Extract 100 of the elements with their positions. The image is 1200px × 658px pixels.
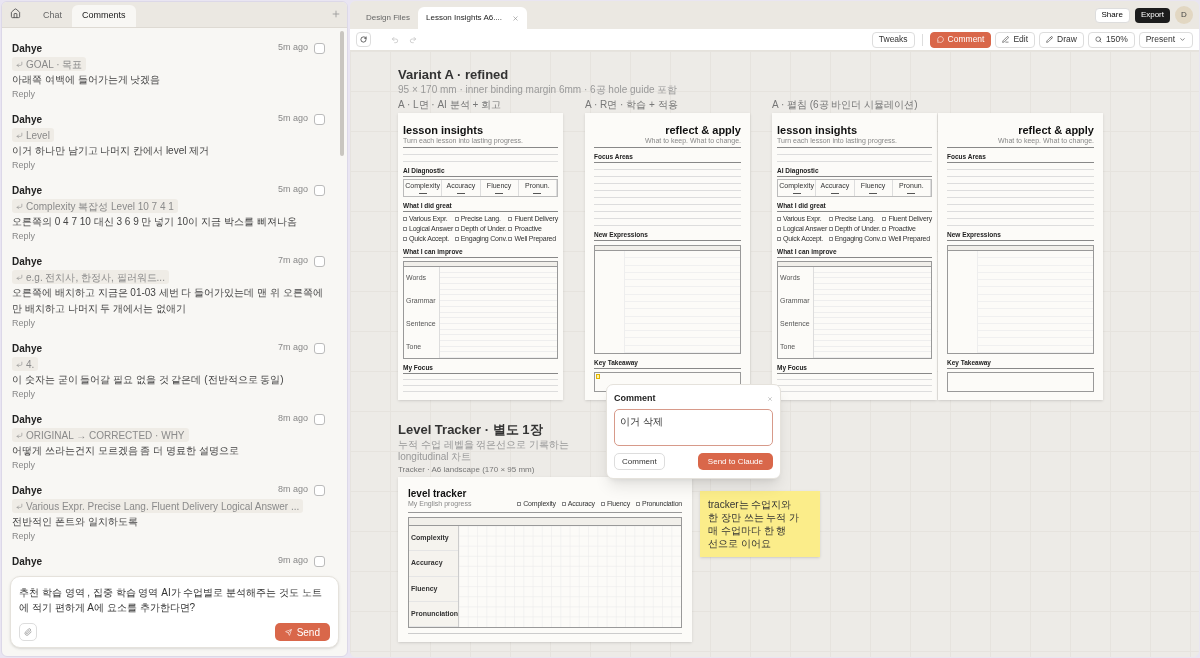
checkbox[interactable] bbox=[561, 502, 566, 506]
anchor-icon bbox=[16, 360, 23, 368]
resolve-checkbox[interactable] bbox=[314, 255, 325, 267]
checkbox[interactable] bbox=[777, 217, 781, 221]
note-text: 한 장만 쓰는 누적 가 bbox=[708, 511, 800, 524]
comment-text: 오른쪽에 배치하고 지금은 01-03 세번 다 들어가있는데 맨 위 오른쪽에 만 배치하고 나머지 두 개에서는 없애기 bbox=[12, 286, 324, 316]
anchor-icon bbox=[16, 60, 23, 68]
checkbox[interactable] bbox=[828, 227, 833, 231]
comment-time: 9m ago bbox=[277, 554, 308, 568]
anchor-chip[interactable]: e.g. 전치사, 한정사, 필러워드... bbox=[12, 270, 169, 284]
comment-time: 5m ago bbox=[277, 112, 308, 126]
checkbox[interactable] bbox=[882, 217, 887, 221]
anchor-icon bbox=[16, 273, 23, 281]
page-title: reflect & apply bbox=[1018, 125, 1094, 136]
checkbox[interactable] bbox=[508, 237, 513, 241]
edit-icon bbox=[1002, 36, 1010, 43]
comment-time: 7m ago bbox=[277, 341, 308, 355]
close-icon bbox=[512, 14, 520, 22]
checkbox[interactable] bbox=[508, 217, 513, 221]
frame-label: A · R면 · 학습 + 적용 bbox=[585, 99, 679, 111]
resolve-checkbox[interactable] bbox=[314, 342, 325, 354]
frame-label: Tracker · A6 landscape (170 × 95 mm) bbox=[398, 465, 535, 475]
comment-time: 5m ago bbox=[277, 183, 308, 197]
resolve-checkbox[interactable] bbox=[314, 555, 325, 567]
sticky-note[interactable]: tracker는 수업지와 한 장만 쓰는 누적 가 매 수업마다 한 행 선으로 이어요 bbox=[700, 491, 820, 557]
file-tab[interactable]: Lesson Insights A6.... bbox=[418, 7, 528, 29]
resolve-checkbox[interactable] bbox=[314, 113, 325, 125]
page-title: reflect & apply bbox=[665, 125, 741, 136]
checkbox[interactable] bbox=[454, 217, 459, 221]
comment-author: Dahye bbox=[12, 554, 42, 569]
anchor-chip[interactable]: ORIGINAL → CORRECTED · WHY bbox=[12, 428, 189, 442]
reply-link[interactable]: Reply bbox=[12, 459, 35, 471]
checkbox[interactable] bbox=[882, 227, 887, 231]
section-subtitle: 95 × 170 mm · inner binding margin 6mm · 6공 hole guide 포함 bbox=[398, 84, 679, 96]
checkbox[interactable] bbox=[777, 237, 781, 241]
reply-link[interactable]: Reply bbox=[12, 159, 35, 171]
comment-text: 오른쪽의 0 4 7 10 대신 3 6 9 만 넣기 10이 지금 박스를 삐져나옴 bbox=[12, 215, 298, 229]
scrollbar[interactable] bbox=[340, 31, 344, 156]
send-to-claude-button[interactable]: Send to Claude bbox=[697, 453, 773, 470]
anchor-chip[interactable]: Various Expr. Precise Lang. Fluent Delivery Logical Answer ... bbox=[12, 499, 304, 513]
toolbar-button[interactable]: 150% bbox=[1087, 31, 1135, 48]
reload-button[interactable] bbox=[356, 32, 371, 47]
checkbox[interactable] bbox=[508, 227, 513, 231]
file-tab[interactable]: Design Files bbox=[358, 7, 418, 29]
page-title: level tracker bbox=[408, 489, 468, 499]
paperclip-icon bbox=[24, 628, 32, 636]
resolve-checkbox[interactable] bbox=[314, 184, 325, 196]
checkbox[interactable] bbox=[454, 227, 459, 231]
sidebar-tab[interactable]: Comments bbox=[72, 5, 136, 27]
checkbox[interactable] bbox=[777, 227, 781, 231]
comment-time: 8m ago bbox=[277, 483, 308, 497]
send-button[interactable]: Send bbox=[274, 623, 330, 641]
anchor-icon bbox=[16, 202, 23, 210]
anchor-chip[interactable]: Complexity 복잡성 Level 10 7 4 1 bbox=[12, 199, 178, 213]
comment-author: Dahye bbox=[12, 183, 42, 198]
toolbar-button[interactable]: Comment bbox=[929, 31, 992, 48]
popup-title: Comment bbox=[614, 391, 656, 405]
checkbox[interactable] bbox=[403, 237, 407, 241]
page-title: lesson insights bbox=[777, 125, 859, 136]
comment-time: 8m ago bbox=[277, 412, 308, 426]
user-avatar[interactable]: D bbox=[1175, 6, 1193, 24]
resolve-checkbox[interactable] bbox=[314, 484, 325, 496]
anchor-icon bbox=[16, 131, 23, 139]
checkbox[interactable] bbox=[403, 217, 407, 221]
reply-link[interactable]: Reply bbox=[12, 530, 35, 542]
comment-button[interactable]: Comment bbox=[614, 453, 665, 470]
export-button[interactable]: Export bbox=[1134, 7, 1170, 23]
anchor-chip[interactable]: GOAL · 목표 bbox=[12, 57, 87, 71]
anchor-chip[interactable]: 4. bbox=[12, 357, 39, 371]
reply-link[interactable]: Reply bbox=[12, 317, 35, 329]
home-icon[interactable] bbox=[10, 8, 21, 19]
checkbox[interactable] bbox=[828, 217, 833, 221]
sidebar-tab[interactable]: Chat bbox=[33, 5, 72, 27]
message-input[interactable]: 추천 학습 영역 , 집중 학습 영역 AI가 수업별로 분석해주는 것도 노트에 적기 편하게 A에 요소를 추가한다면? bbox=[19, 585, 330, 623]
checkbox[interactable] bbox=[828, 237, 833, 241]
checkbox[interactable] bbox=[454, 237, 459, 241]
comment-input[interactable]: 이거 삭제 bbox=[614, 409, 773, 446]
section-subtitle: 누적 수업 레벨을 꺾은선으로 기록하는 longitudinal 차트 bbox=[398, 439, 571, 463]
toolbar-button[interactable]: Edit bbox=[995, 31, 1036, 48]
checkbox[interactable] bbox=[600, 502, 605, 506]
comment-author: Dahye bbox=[12, 412, 42, 427]
checkbox[interactable] bbox=[517, 502, 522, 506]
reply-link[interactable]: Reply bbox=[12, 230, 35, 242]
toolbar-button[interactable]: Present bbox=[1138, 31, 1193, 48]
attach-button[interactable] bbox=[19, 623, 37, 641]
checkbox[interactable] bbox=[882, 237, 887, 241]
comment-author: Dahye bbox=[12, 41, 42, 56]
toolbar-button[interactable]: Draw bbox=[1039, 31, 1084, 48]
section-title: Variant A · refined bbox=[398, 67, 510, 82]
anchor-chip[interactable]: Level bbox=[12, 128, 54, 142]
reply-link[interactable]: Reply bbox=[12, 88, 35, 100]
resolve-checkbox[interactable] bbox=[314, 42, 325, 54]
share-button[interactable]: Share bbox=[1094, 7, 1130, 23]
note-text: 선으로 이어요 bbox=[708, 537, 771, 550]
toolbar-button[interactable]: Tweaks bbox=[871, 31, 915, 48]
reply-link[interactable]: Reply bbox=[12, 388, 35, 400]
frame-label: A · L면 · AI 분석 + 회고 bbox=[398, 99, 503, 111]
checkbox[interactable] bbox=[403, 227, 407, 231]
resolve-checkbox[interactable] bbox=[314, 413, 325, 425]
checkbox[interactable] bbox=[635, 502, 640, 506]
